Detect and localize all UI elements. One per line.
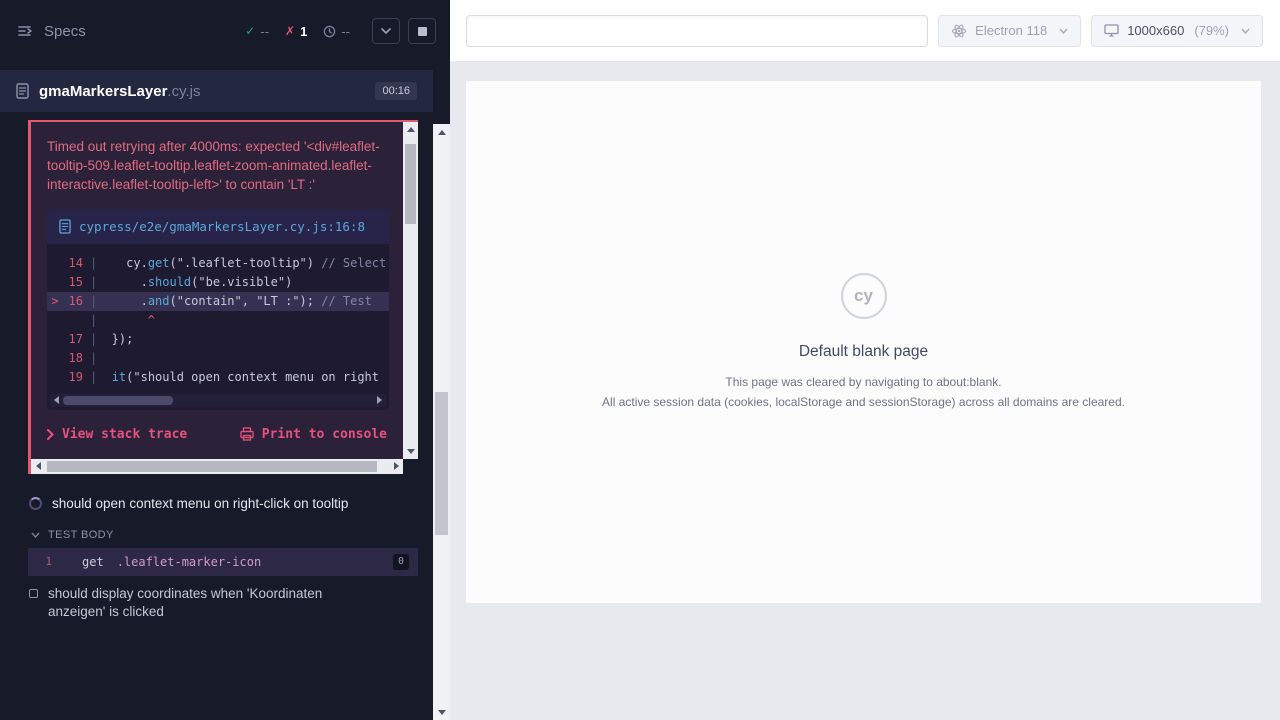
specs-label: Specs (44, 23, 86, 40)
code-frame-horizontal-scrollbar[interactable] (50, 394, 386, 407)
aut-blank-page: cy Default blank page This page was clea… (466, 81, 1261, 603)
code-line: 14| cy.get(".leaflet-tooltip") // Select (47, 254, 389, 273)
stop-run-button[interactable] (408, 18, 436, 44)
error-message: Timed out retrying after 4000ms: expecte… (31, 122, 403, 195)
command-message: .leaflet-marker-icon (117, 555, 262, 569)
chevron-down-icon (1241, 28, 1250, 34)
error-horizontal-scrollbar[interactable] (31, 459, 403, 474)
chevron-down-icon (31, 532, 40, 538)
test-title: should display coordinates when 'Koordin… (48, 585, 378, 623)
specs-list-icon (18, 25, 34, 37)
scroll-up-icon[interactable] (403, 122, 418, 136)
code-frame-lines: 14| cy.get(".leaflet-tooltip") // Select… (47, 244, 389, 389)
scrollbar-corner (403, 459, 418, 474)
scroll-left-icon (54, 396, 59, 404)
file-icon (59, 218, 71, 235)
viewport-selector[interactable]: 1000x660 (79%) (1091, 15, 1263, 47)
chevron-right-icon (47, 429, 54, 440)
main-pane: Electron 118 1000x660 (79%) cy Default b… (450, 0, 1280, 720)
failed-attempt-block: Timed out retrying after 4000ms: expecte… (28, 120, 418, 474)
aut-container: cy Default blank page This page was clea… (450, 62, 1280, 720)
stat-failed: ✗ 1 (285, 24, 307, 39)
test-list: should open context menu on right-click … (0, 486, 433, 632)
print-to-console-button[interactable]: Print to console (240, 427, 387, 442)
scroll-left-icon[interactable] (31, 459, 45, 474)
viewport-scale: (79%) (1194, 23, 1229, 38)
cypress-reporter-sidebar: Specs ✓ -- ✗ 1 -- (0, 0, 450, 720)
scroll-down-icon[interactable] (403, 445, 418, 459)
spinner-icon (29, 497, 42, 510)
browser-label: Electron 118 (975, 23, 1047, 38)
spec-file-icon (16, 83, 29, 99)
cross-icon: ✗ (285, 24, 295, 38)
spec-duration-badge: 00:16 (375, 82, 417, 100)
reporter-vertical-scrollbar[interactable] (433, 124, 450, 720)
scroll-right-icon (377, 396, 382, 404)
view-stack-trace-link[interactable]: View stack trace (47, 427, 187, 442)
scroll-up-icon[interactable] (433, 124, 450, 140)
blank-page-line1: This page was cleared by navigating to a… (725, 374, 1001, 391)
clock-icon (323, 25, 336, 38)
scrollbar-thumb[interactable] (63, 396, 173, 405)
browser-selector[interactable]: Electron 118 (938, 15, 1081, 47)
test-item-pending[interactable]: should display coordinates when 'Koordin… (0, 576, 433, 632)
code-frame-file-link[interactable]: cypress/e2e/gmaMarkersLayer.cy.js:16:8 (47, 209, 389, 244)
error-vertical-scrollbar[interactable] (403, 122, 418, 459)
error-controls: View stack trace Print to console (31, 410, 403, 460)
stat-pending: -- (323, 24, 350, 39)
command-count-badge: 0 (393, 554, 409, 570)
collapse-all-button[interactable] (372, 18, 400, 44)
code-line: 17| }); (47, 330, 389, 349)
viewport-icon (1104, 24, 1119, 37)
spec-header-row[interactable]: gmaMarkersLayer.cy.js 00:16 (0, 70, 433, 112)
url-input[interactable] (466, 15, 928, 47)
code-line: 15| .should("be.visible") (47, 273, 389, 292)
cypress-logo: cy (841, 273, 887, 319)
specs-menu-button[interactable]: Specs (18, 23, 86, 40)
electron-browser-icon (951, 23, 967, 39)
stop-icon (418, 27, 427, 36)
test-title: should open context menu on right-click … (52, 495, 348, 514)
scroll-right-icon[interactable] (389, 459, 403, 474)
test-pending-icon (29, 589, 38, 598)
code-line: | ^ (47, 311, 389, 330)
error-code-frame: cypress/e2e/gmaMarkersLayer.cy.js:16:8 1… (47, 209, 389, 410)
command-row[interactable]: 1 get .leaflet-marker-icon 0 (28, 548, 418, 576)
chevron-down-icon (381, 28, 391, 34)
code-line: 18| (47, 349, 389, 368)
scroll-down-icon[interactable] (433, 704, 450, 720)
scrollbar-thumb[interactable] (47, 461, 377, 472)
stat-passed: ✓ -- (245, 24, 269, 39)
test-body-section-header[interactable]: TEST BODY (0, 523, 433, 548)
check-icon: ✓ (245, 24, 255, 38)
scrollbar-thumb[interactable] (435, 392, 448, 535)
test-stats: ✓ -- ✗ 1 -- (245, 24, 350, 39)
command-number: 1 (28, 555, 52, 568)
code-line: >16| .and("contain", "LT :"); // Test (47, 292, 389, 311)
scrollbar-thumb[interactable] (405, 144, 416, 224)
code-line: 19| it("should open context menu on righ… (47, 368, 389, 387)
print-icon (240, 427, 254, 441)
spec-name: gmaMarkersLayer.cy.js (39, 83, 200, 100)
chevron-down-icon (1059, 28, 1068, 34)
test-item-running[interactable]: should open context menu on right-click … (0, 486, 433, 523)
blank-page-title: Default blank page (799, 343, 928, 361)
blank-page-line2: All active session data (cookies, localS… (602, 394, 1125, 411)
reporter-header: Specs ✓ -- ✗ 1 -- (0, 0, 450, 62)
command-method: get (82, 555, 104, 569)
viewport-size: 1000x660 (1127, 23, 1184, 38)
aut-toolbar: Electron 118 1000x660 (79%) (450, 0, 1280, 62)
